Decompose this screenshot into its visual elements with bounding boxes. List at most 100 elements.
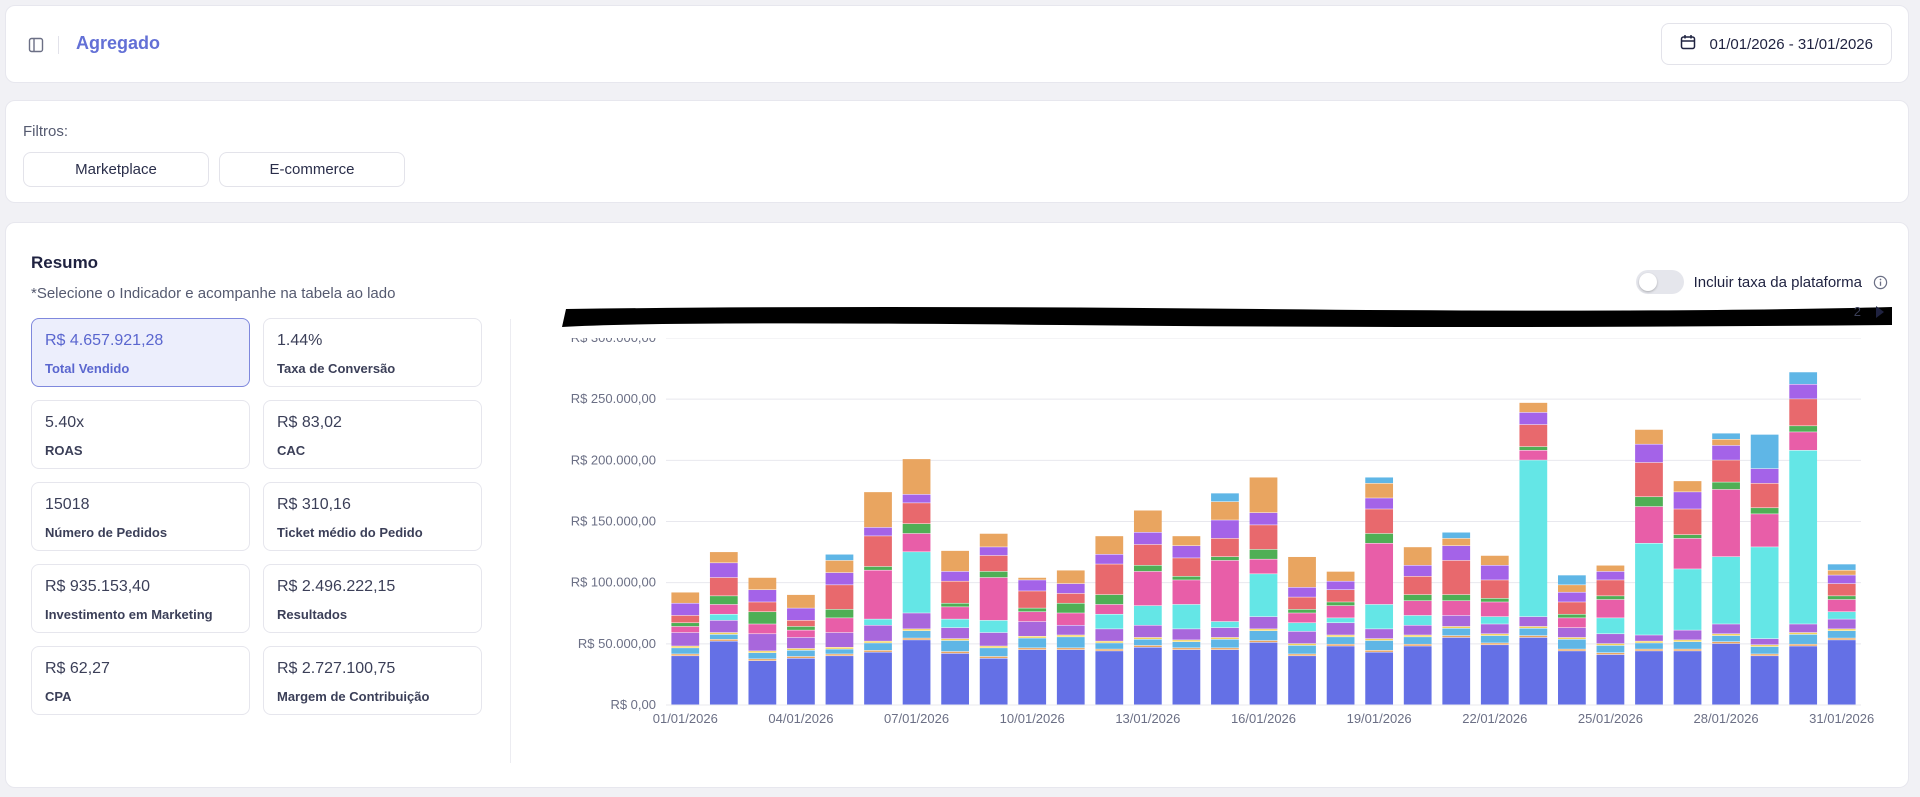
bar-segment[interactable] [1172, 648, 1201, 650]
bar-segment[interactable] [1596, 599, 1625, 618]
bar-segment[interactable] [1211, 538, 1239, 557]
bar-segment[interactable] [941, 603, 969, 607]
bar-segment[interactable] [979, 555, 1008, 572]
bar-segment[interactable] [1480, 598, 1509, 602]
bar-segment[interactable] [1519, 446, 1548, 451]
bar-segment[interactable] [1365, 640, 1394, 651]
bar-segment[interactable] [709, 634, 738, 640]
bar-segment[interactable] [1635, 649, 1663, 651]
bar-segment[interactable] [1018, 580, 1047, 591]
bar-segment[interactable] [709, 614, 738, 621]
bar-segment[interactable] [1018, 648, 1047, 650]
bar-segment[interactable] [1326, 602, 1355, 606]
bar-segment[interactable] [1133, 647, 1162, 705]
info-icon[interactable] [1872, 274, 1888, 290]
sidebar-toggle-icon[interactable] [26, 35, 46, 55]
bar-segment[interactable] [1172, 558, 1201, 577]
bar-segment[interactable] [1172, 641, 1201, 648]
bar-segment[interactable] [1095, 629, 1124, 641]
bar-segment[interactable] [864, 566, 892, 570]
bar-segment[interactable] [1789, 372, 1818, 384]
bar-segment[interactable] [1827, 619, 1856, 629]
bar-segment[interactable] [1403, 615, 1432, 625]
bar-segment[interactable] [709, 641, 738, 705]
bar-segment[interactable] [1288, 656, 1316, 705]
bar-segment[interactable] [979, 656, 1008, 659]
bar-segment[interactable] [1789, 399, 1818, 426]
bar-segment[interactable] [1326, 605, 1355, 618]
bar-segment[interactable] [1326, 581, 1355, 590]
bar-segment[interactable] [1172, 580, 1201, 605]
bar-segment[interactable] [1519, 460, 1548, 617]
bar-segment[interactable] [1596, 618, 1625, 634]
bar-segment[interactable] [1558, 602, 1586, 614]
bar-segment[interactable] [864, 643, 892, 651]
bar-segment[interactable] [902, 503, 931, 524]
bar-segment[interactable] [1403, 635, 1432, 637]
bar-segment[interactable] [1095, 536, 1124, 555]
bar-segment[interactable] [1249, 642, 1278, 705]
bar-segment[interactable] [864, 625, 892, 641]
bar-segment[interactable] [671, 626, 700, 633]
bar-segment[interactable] [1403, 594, 1432, 601]
bar-segment[interactable] [1326, 646, 1355, 705]
bar-segment[interactable] [1211, 520, 1239, 539]
bar-segment[interactable] [1750, 514, 1779, 547]
bar-segment[interactable] [1326, 571, 1355, 581]
bar-segment[interactable] [1712, 445, 1740, 460]
bar-segment[interactable] [1249, 477, 1278, 513]
bar-segment[interactable] [1288, 587, 1316, 597]
bar-segment[interactable] [825, 618, 854, 633]
bar-segment[interactable] [1596, 645, 1625, 653]
bar-segment[interactable] [1750, 483, 1779, 508]
bar-segment[interactable] [1596, 580, 1625, 596]
kpi-card-ticket-medio[interactable]: R$ 310,16 Ticket médio do Pedido [263, 482, 482, 551]
bar-segment[interactable] [941, 640, 969, 652]
bar-segment[interactable] [1827, 629, 1856, 631]
bar-segment[interactable] [1326, 644, 1355, 646]
bar-segment[interactable] [1365, 652, 1394, 705]
bar-segment[interactable] [748, 590, 777, 602]
bar-segment[interactable] [1750, 654, 1779, 656]
bar-segment[interactable] [1750, 638, 1779, 645]
bar-segment[interactable] [748, 624, 777, 634]
bar-segment[interactable] [671, 632, 700, 646]
bar-segment[interactable] [671, 603, 700, 616]
bar-segment[interactable] [1056, 649, 1085, 705]
bar-segment[interactable] [1365, 533, 1394, 544]
bar-segment[interactable] [1442, 628, 1471, 636]
bar-segment[interactable] [1789, 624, 1818, 633]
bar-segment[interactable] [1018, 636, 1047, 638]
bar-segment[interactable] [864, 641, 892, 643]
bar-segment[interactable] [787, 658, 815, 705]
bar-segment[interactable] [864, 527, 892, 536]
bar-segment[interactable] [1558, 637, 1586, 640]
bar-segment[interactable] [1673, 651, 1702, 705]
bar-segment[interactable] [1519, 424, 1548, 447]
bar-segment[interactable] [1211, 648, 1239, 650]
bar-segment[interactable] [902, 630, 931, 638]
bar-segment[interactable] [1789, 450, 1818, 624]
kpi-card-roas[interactable]: 5.40x ROAS [31, 400, 250, 469]
bar-segment[interactable] [902, 459, 931, 495]
bar-segment[interactable] [1211, 639, 1239, 648]
bar-segment[interactable] [1056, 603, 1085, 613]
bar-segment[interactable] [902, 523, 931, 534]
bar-segment[interactable] [1018, 591, 1047, 608]
bar-segment[interactable] [787, 620, 815, 627]
bar-segment[interactable] [864, 619, 892, 625]
bar-segment[interactable] [1172, 536, 1201, 546]
bar-segment[interactable] [825, 632, 854, 648]
bar-segment[interactable] [941, 550, 969, 572]
bar-segment[interactable] [1827, 630, 1856, 638]
bar-segment[interactable] [902, 494, 931, 503]
kpi-card-taxa-conversao[interactable]: 1.44% Taxa de Conversão [263, 318, 482, 387]
bar-segment[interactable] [1172, 604, 1201, 629]
bar-segment[interactable] [1558, 627, 1586, 638]
bar-segment[interactable] [1365, 509, 1394, 534]
bar-segment[interactable] [1519, 402, 1548, 413]
bar-segment[interactable] [1480, 580, 1509, 599]
bar-segment[interactable] [941, 627, 969, 639]
bar-segment[interactable] [1827, 612, 1856, 619]
bar-segment[interactable] [1056, 583, 1085, 594]
